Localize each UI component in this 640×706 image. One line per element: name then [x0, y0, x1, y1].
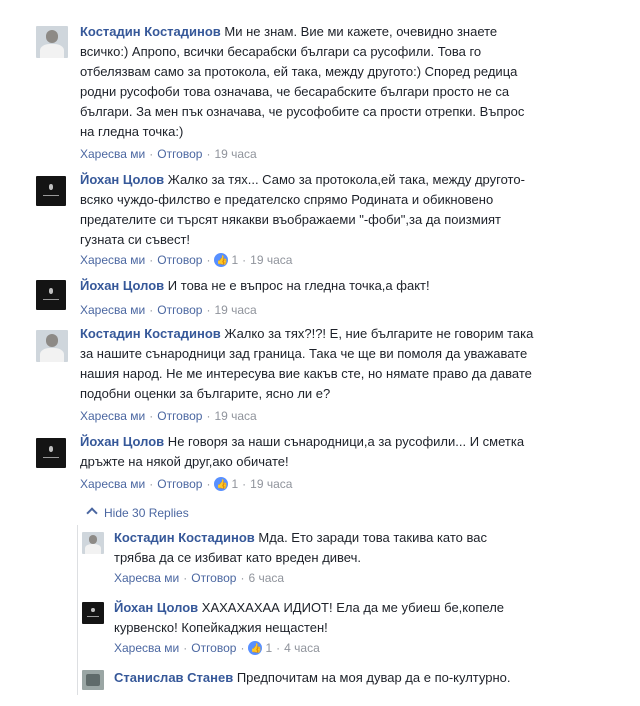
- hide-replies-label: Hide 30 Replies: [104, 506, 189, 520]
- comment-text-line: подобни оценки за българите, ясно ли е?: [80, 386, 331, 401]
- comment-body: Костадин Костадинов Жалко за тях?!?! Е, …: [80, 324, 600, 404]
- comment-author[interactable]: Йохан Цолов: [80, 172, 164, 187]
- comment-body: Йохан Цолов Не говоря за наши сънародниц…: [80, 432, 600, 472]
- reply-author[interactable]: Костадин Костадинов: [114, 530, 255, 545]
- reply-link[interactable]: Отговор: [157, 303, 202, 317]
- reply-author[interactable]: Станислав Станев: [114, 670, 233, 685]
- reply-link[interactable]: Отговор: [157, 253, 202, 267]
- like-reaction-icon[interactable]: [248, 640, 263, 656]
- reply-text-line: курвенско! Копейкаджия нещастен!: [114, 620, 328, 635]
- like-reaction-icon[interactable]: [214, 252, 229, 268]
- like-link[interactable]: Харесва ми: [80, 477, 145, 491]
- like-link[interactable]: Харесва ми: [80, 147, 145, 161]
- reply-body: Станислав Станев Предпочитам на моя дува…: [114, 668, 584, 688]
- comment: Костадин Костадинов Ми не знам. Вие ми к…: [36, 20, 596, 165]
- reply-link[interactable]: Отговор: [157, 477, 202, 491]
- comment-text-line: Не говоря за наши сънародници,а за русоф…: [164, 434, 525, 449]
- comment: Йохан Цолов Жалко за тях... Само за прот…: [36, 170, 596, 270]
- comment-text-line: дръжте на някой друг,ако обичате!: [80, 454, 289, 469]
- avatar[interactable]: [36, 438, 66, 468]
- avatar[interactable]: [36, 330, 68, 362]
- reply-time[interactable]: 6 часа: [248, 571, 284, 585]
- comment-text-line: И това не е въпрос на гледна точка,а фак…: [164, 278, 430, 293]
- comment-text-line: Ми не знам. Вие ми кажете, очевидно знае…: [220, 24, 498, 39]
- reply: Станислав Станев Предпочитам на моя дува…: [82, 668, 582, 692]
- comment-text-line: родни русофоби това означава, че бесараб…: [80, 84, 510, 99]
- comment-text-line: всяко чуждо-филство е предателско спрямо…: [80, 192, 494, 207]
- avatar[interactable]: [36, 280, 66, 310]
- hide-replies-button[interactable]: Hide 30 Replies: [86, 505, 189, 521]
- comment-actions: Харесва ми · Отговор · 19 часа: [80, 147, 257, 161]
- comment-author[interactable]: Йохан Цолов: [80, 278, 164, 293]
- comment-text-line: на гледна точка:): [80, 124, 184, 139]
- comment-text-line: българи. За мен пък означава, че русофоб…: [80, 104, 525, 119]
- avatar[interactable]: [82, 532, 104, 554]
- reply-link[interactable]: Отговор: [157, 147, 202, 161]
- reply-body: Костадин Костадинов Мда. Ето заради това…: [114, 528, 584, 568]
- chevron-up-icon: [86, 507, 98, 519]
- comment: Костадин Костадинов Жалко за тях?!?! Е, …: [36, 324, 596, 424]
- like-link[interactable]: Харесва ми: [114, 641, 179, 655]
- thread-divider: [77, 525, 78, 695]
- reply-text-line: Предпочитам на моя дувар да е по-културн…: [233, 670, 511, 685]
- avatar[interactable]: [36, 176, 66, 206]
- comment-actions: Харесва ми · Отговор · 19 часа: [80, 409, 257, 423]
- comment-text-line: отбелязвам само за протокола, ей така, м…: [80, 64, 518, 79]
- reply-text-line: Мда. Ето заради това такива като вас: [254, 530, 488, 545]
- comment-text-line: нашия народ. Не ме интересува вие какъв …: [80, 366, 532, 381]
- reply-link[interactable]: Отговор: [191, 571, 236, 585]
- comment-author[interactable]: Костадин Костадинов: [80, 326, 221, 341]
- reply-author[interactable]: Йохан Цолов: [114, 600, 198, 615]
- comment-time[interactable]: 19 часа: [250, 477, 292, 491]
- reply-link[interactable]: Отговор: [157, 409, 202, 423]
- comment-time[interactable]: 19 часа: [214, 409, 256, 423]
- comment-author[interactable]: Йохан Цолов: [80, 434, 164, 449]
- like-link[interactable]: Харесва ми: [80, 253, 145, 267]
- reply-link[interactable]: Отговор: [191, 641, 236, 655]
- avatar[interactable]: [36, 26, 68, 58]
- comment-time[interactable]: 19 часа: [214, 303, 256, 317]
- avatar[interactable]: [82, 670, 104, 690]
- reply-text-line: ХАХАХАХАА ИДИОТ! Ела да ме убиеш бе,копе…: [198, 600, 505, 615]
- comment-author[interactable]: Костадин Костадинов: [80, 24, 221, 39]
- comment-text-line: Жалко за тях?!?! Е, ние българите не гов…: [220, 326, 534, 341]
- like-link[interactable]: Харесва ми: [114, 571, 179, 585]
- comment-actions: Харесва ми · Отговор · 19 часа: [80, 303, 257, 317]
- comment-time[interactable]: 19 часа: [250, 253, 292, 267]
- like-link[interactable]: Харесва ми: [80, 409, 145, 423]
- reply-body: Йохан Цолов ХАХАХАХАА ИДИОТ! Ела да ме у…: [114, 598, 584, 638]
- comment-text-line: предателите си търсят някакви въображаем…: [80, 212, 501, 227]
- comment-text-line: Жалко за тях... Само за протокола,ей так…: [164, 172, 525, 187]
- reply-actions: Харесва ми·Отговор·1·4 часа: [114, 640, 320, 656]
- reply-actions: Харесва ми · Отговор · 6 часа: [114, 571, 285, 585]
- reply-time[interactable]: 4 часа: [284, 641, 320, 655]
- reply: Костадин Костадинов Мда. Ето заради това…: [82, 528, 582, 590]
- comment-text-line: за нашите сънародници зад граница. Така …: [80, 346, 528, 361]
- reply: Йохан Цолов ХАХАХАХАА ИДИОТ! Ела да ме у…: [82, 598, 582, 660]
- reply-text-line: трябва да се избиват като вреден дивеч.: [114, 550, 361, 565]
- comment-text-line: гузната си съвест!: [80, 232, 191, 247]
- like-link[interactable]: Харесва ми: [80, 303, 145, 317]
- avatar[interactable]: [82, 602, 104, 624]
- comment-body: Йохан Цолов И това не е въпрос на гледна…: [80, 276, 600, 296]
- comment-time[interactable]: 19 часа: [214, 147, 256, 161]
- comment: Йохан Цолов Не говоря за наши сънародниц…: [36, 432, 596, 496]
- comment-body: Йохан Цолов Жалко за тях... Само за прот…: [80, 170, 600, 250]
- like-reaction-icon[interactable]: [214, 476, 229, 492]
- comment: Йохан Цолов И това не е въпрос на гледна…: [36, 276, 596, 320]
- comment-body: Костадин Костадинов Ми не знам. Вие ми к…: [80, 22, 600, 142]
- comment-actions: Харесва ми·Отговор·1·19 часа: [80, 252, 292, 268]
- comment-actions: Харесва ми·Отговор·1·19 часа: [80, 476, 292, 492]
- comment-text-line: всичко:) Апропо, всички бесарабски бълга…: [80, 44, 482, 59]
